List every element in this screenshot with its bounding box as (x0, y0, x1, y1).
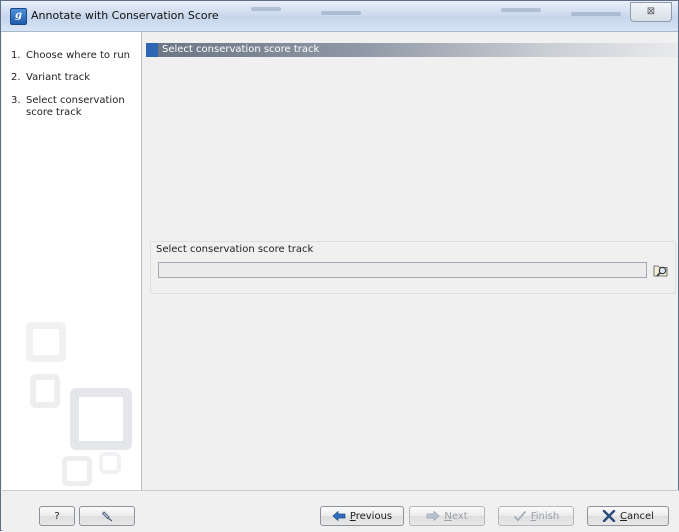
watermark-square (30, 374, 60, 408)
finish-label: Finish (530, 510, 560, 522)
window-title: Annotate with Conservation Score (31, 9, 219, 22)
finish-button[interactable]: Finish (498, 506, 574, 526)
title-bar[interactable]: g Annotate with Conservation Score ⊠ (1, 1, 678, 32)
watermark-square (99, 452, 121, 474)
next-label: Next (444, 510, 468, 522)
help-label: ? (54, 510, 60, 522)
watermark-square (70, 388, 132, 450)
close-button[interactable]: ⊠ (630, 2, 672, 22)
step-label: Choose where to run (26, 50, 130, 61)
checkmark-icon (513, 510, 527, 522)
step-label: Select conservation score track (26, 95, 125, 118)
step-number: 2. (11, 72, 21, 83)
conservation-track-group: Select conservation score track (150, 241, 676, 294)
folder-search-icon[interactable] (652, 261, 670, 279)
cancel-button[interactable]: Cancel (587, 506, 669, 526)
watermark-square (26, 322, 66, 362)
cancel-label: Cancel (620, 510, 654, 522)
background-window-ghost (571, 12, 621, 16)
arrow-left-icon (332, 510, 346, 522)
previous-label: Previous (349, 510, 393, 522)
step-header: Select conservation score track (146, 43, 678, 57)
step-label: Variant track (26, 72, 91, 83)
header-accent (146, 43, 158, 57)
group-label: Select conservation score track (156, 244, 314, 255)
previous-button[interactable]: Previous (320, 506, 404, 526)
step-number: 3. (11, 95, 21, 106)
background-window-ghost (251, 7, 281, 11)
background-window-ghost (321, 11, 361, 15)
watermark-square (62, 456, 92, 486)
cancel-x-icon (602, 509, 616, 523)
dialog-window: g Annotate with Conservation Score ⊠ 1. … (0, 0, 679, 532)
arrow-right-icon (426, 510, 440, 522)
wizard-footer: ? Previous Next Finish Cancel (2, 490, 679, 532)
wizard-content: Select conservation score track Select c… (142, 32, 678, 490)
app-icon: g (10, 8, 27, 25)
step-number: 1. (11, 50, 21, 61)
conservation-track-field[interactable] (158, 262, 647, 278)
reset-button[interactable] (79, 506, 135, 526)
pin-icon (100, 510, 114, 522)
step-header-title: Select conservation score track (162, 44, 320, 55)
background-window-ghost (501, 8, 541, 12)
wizard-steps-sidebar: 1. Choose where to run 2. Variant track … (2, 32, 142, 490)
next-button[interactable]: Next (409, 506, 485, 526)
help-button[interactable]: ? (39, 506, 75, 526)
